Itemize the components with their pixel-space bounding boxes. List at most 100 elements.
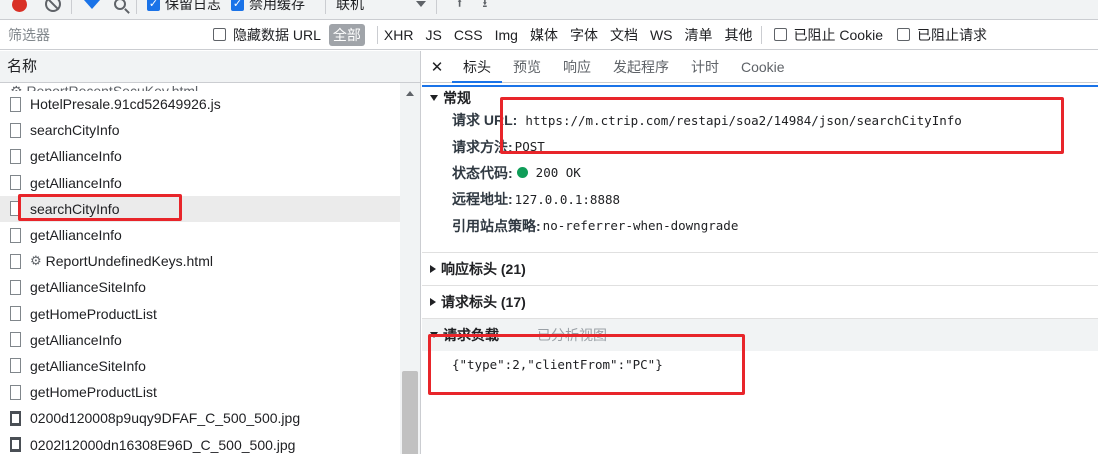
filter-type-xhr[interactable]: XHR xyxy=(384,27,414,43)
blocked-cookies-label: 已阻止 Cookie xyxy=(793,26,883,43)
file-icon xyxy=(10,175,21,191)
tab-response[interactable]: 响应 xyxy=(552,51,602,82)
tab-timing[interactable]: 计时 xyxy=(680,51,730,82)
filter-type-manifest[interactable]: 清单 xyxy=(685,25,713,45)
request-name: getAllianceInfo xyxy=(30,331,122,348)
filter-icon[interactable] xyxy=(84,0,100,9)
list-item[interactable]: HotelPresale.91cd52649926.js xyxy=(0,91,400,117)
list-item[interactable]: searchCityInfo xyxy=(0,195,400,222)
remote-address-row: 远程地址: 127.0.0.1:8888 xyxy=(422,186,1098,212)
remote-address-label: 远程地址: xyxy=(452,191,513,208)
filter-type-doc[interactable]: 文档 xyxy=(610,25,638,45)
filter-type-js[interactable]: JS xyxy=(425,27,441,43)
parsed-view-link[interactable]: 已分析视图 xyxy=(537,325,607,345)
scrollbar-thumb[interactable] xyxy=(402,371,418,454)
request-name: ReportUndefinedKeys.html xyxy=(45,253,213,270)
list-item[interactable]: ⚙ ReportUndefinedKeys.html xyxy=(0,248,400,274)
name-column-header[interactable]: 名称 xyxy=(0,51,420,83)
file-icon xyxy=(10,96,21,112)
tab-headers[interactable]: 标头 xyxy=(452,51,502,83)
request-method-row: 请求方法: POST xyxy=(422,133,1098,159)
list-item[interactable]: searchCityInfo xyxy=(0,117,400,143)
toolbar-divider xyxy=(325,0,326,14)
request-headers-section[interactable]: 请求标头 (17) xyxy=(422,286,1098,319)
blocked-requests-checkbox[interactable] xyxy=(896,28,910,41)
list-item[interactable]: getHomeProductList xyxy=(0,379,400,405)
image-file-icon xyxy=(10,437,21,453)
search-icon[interactable] xyxy=(114,0,126,10)
scrollbar[interactable] xyxy=(400,83,420,454)
toolbar-divider xyxy=(436,0,437,14)
filter-type-media[interactable]: 媒体 xyxy=(530,25,558,45)
status-code-value: 200 OK xyxy=(535,165,581,181)
response-headers-section[interactable]: 响应标头 (21) xyxy=(422,253,1098,286)
section-title: 请求标头 (17) xyxy=(441,294,526,310)
list-item[interactable]: getAllianceInfo xyxy=(0,170,400,196)
file-icon xyxy=(10,384,21,400)
request-name: getAllianceSiteInfo xyxy=(30,279,146,296)
request-name: getAllianceSiteInfo xyxy=(30,357,146,374)
list-item[interactable]: getAllianceSiteInfo xyxy=(0,353,400,379)
list-item[interactable]: 0200d120008p9uqy9DFAF_C_500_500.jpg xyxy=(0,405,400,431)
request-name: 0200d120008p9uqy9DFAF_C_500_500.jpg xyxy=(30,410,301,427)
blocked-cookies-checkbox[interactable] xyxy=(773,28,787,41)
file-icon xyxy=(10,253,21,269)
request-name: getHomeProductList xyxy=(30,305,157,322)
request-detail-pane: ✕ 标头 预览 响应 发起程序 计时 Cookie 常规 请求 URL: htt… xyxy=(422,51,1098,454)
tab-preview[interactable]: 预览 xyxy=(502,51,552,82)
section-title: 请求负载 xyxy=(443,327,499,343)
filter-type-font[interactable]: 字体 xyxy=(570,25,598,45)
request-name: ⚙ ReportRecentSecuKey.html xyxy=(10,83,199,91)
general-section-header[interactable]: 常规 xyxy=(422,89,1098,107)
file-icon xyxy=(10,201,21,217)
file-icon xyxy=(10,279,21,295)
filter-divider xyxy=(376,25,378,44)
blocked-requests-label: 已阻止请求 xyxy=(916,26,987,43)
filter-input[interactable] xyxy=(8,22,213,47)
status-ok-icon xyxy=(516,167,528,179)
hide-data-urls-checkbox[interactable] xyxy=(213,28,226,41)
disable-cache-checkbox[interactable]: ✓ xyxy=(231,0,244,11)
toolbar-divider xyxy=(136,0,137,14)
toolbar-divider xyxy=(71,0,72,14)
status-code-label: 状态代码: xyxy=(452,164,513,181)
list-item[interactable]: getAllianceInfo xyxy=(0,222,400,248)
filter-type-img[interactable]: Img xyxy=(495,27,518,43)
section-title: 响应标头 (21) xyxy=(441,261,526,277)
export-har-icon[interactable]: ⭳ xyxy=(482,0,487,17)
referrer-policy-row: 引用站点策略: no-referrer-when-downgrade xyxy=(422,213,1098,239)
filter-type-other[interactable]: 其他 xyxy=(725,25,753,45)
list-item[interactable]: getHomeProductList xyxy=(0,301,400,327)
list-item[interactable]: getAllianceSiteInfo xyxy=(0,274,400,300)
list-item[interactable]: 0202l12000dn16308E96D_C_500_500.jpg xyxy=(0,431,400,454)
disable-cache-label: 禁用缓存 xyxy=(249,0,305,12)
filter-all-button[interactable]: 全部 xyxy=(328,23,365,46)
list-item[interactable]: ⚙ ReportRecentSecuKey.html xyxy=(0,83,400,91)
import-har-icon[interactable]: ⭱ xyxy=(457,0,462,17)
filter-bar: 隐藏数据 URL 全部 XHR JS CSS Img 媒体 字体 文档 WS 清… xyxy=(0,20,1098,50)
payload-section-header[interactable]: 请求负载 已分析视图 xyxy=(422,319,1098,351)
preserve-log-checkbox[interactable]: ✓ xyxy=(147,0,160,11)
list-item[interactable]: getAllianceInfo xyxy=(0,143,400,169)
filter-type-css[interactable]: CSS xyxy=(454,27,483,43)
tab-initiator[interactable]: 发起程序 xyxy=(602,51,680,82)
list-item[interactable]: getAllianceInfo xyxy=(0,327,400,353)
filter-type-ws[interactable]: WS xyxy=(650,27,673,43)
collapse-triangle-icon xyxy=(430,265,436,273)
request-list-pane: 名称 ⚙ ReportRecentSecuKey.html HotelPresa… xyxy=(0,51,421,454)
close-icon[interactable]: ✕ xyxy=(422,51,452,82)
general-section: 常规 请求 URL: https://m.ctrip.com/restapi/s… xyxy=(422,85,1098,253)
request-name: HotelPresale.91cd52649926.js xyxy=(30,96,221,113)
throttling-select[interactable]: 联机 xyxy=(336,0,426,14)
filter-divider xyxy=(760,25,762,44)
tab-cookies[interactable]: Cookie xyxy=(730,51,796,82)
request-name: searchCityInfo xyxy=(30,200,120,217)
record-icon[interactable] xyxy=(12,0,27,12)
file-icon xyxy=(10,227,21,243)
clear-icon[interactable] xyxy=(45,0,61,12)
status-code-row: 状态代码: 200 OK xyxy=(422,160,1098,186)
referrer-policy-label: 引用站点策略: xyxy=(452,217,541,234)
request-list: ⚙ ReportRecentSecuKey.html HotelPresale.… xyxy=(0,83,400,454)
scroll-up-icon[interactable] xyxy=(406,91,414,96)
request-name: searchCityInfo xyxy=(30,122,120,139)
